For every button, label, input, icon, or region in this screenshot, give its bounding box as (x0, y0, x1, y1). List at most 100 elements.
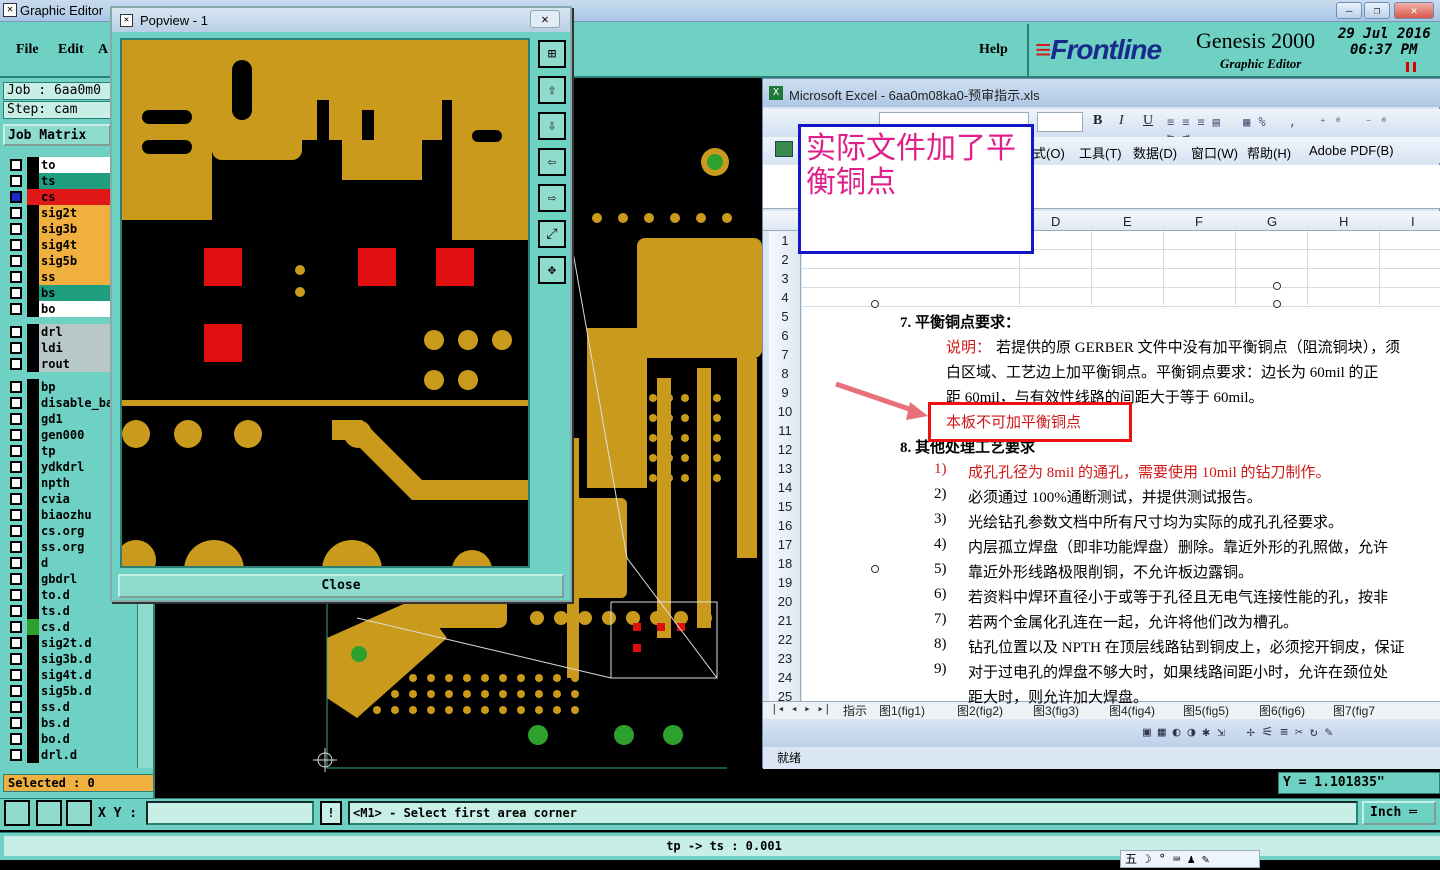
layer-row[interactable]: bp (5, 379, 123, 395)
layer-checkbox[interactable] (10, 413, 22, 425)
pv-fit-button[interactable]: ⤢ (538, 220, 566, 248)
pv-pan-down-button[interactable]: ⇩ (538, 112, 566, 140)
layer-row[interactable]: ss (5, 269, 123, 285)
row-header[interactable]: 4 (769, 290, 801, 305)
row-header[interactable]: 11 (769, 423, 801, 438)
popview-close-icon[interactable]: ✕ (530, 10, 560, 28)
excel-menu-adobe-pdf[interactable]: Adobe PDF(B) (1309, 143, 1394, 158)
column-header[interactable]: D (1051, 214, 1060, 229)
layer-row[interactable]: ss.d (5, 699, 123, 715)
pv-pan-right-button[interactable]: ⇨ (538, 184, 566, 212)
layer-row[interactable]: sig2t (5, 205, 123, 221)
layer-checkbox[interactable] (10, 653, 22, 665)
layer-row[interactable]: cs.org (5, 523, 123, 539)
row-header[interactable]: 5 (769, 309, 801, 324)
row-header[interactable]: 12 (769, 442, 801, 457)
excel-menu-window[interactable]: 窗口(W) (1191, 143, 1238, 162)
italic-button[interactable]: I (1119, 113, 1124, 129)
layer-row[interactable]: cs.d (5, 619, 123, 635)
layer-row[interactable]: bs.d (5, 715, 123, 731)
layer-row[interactable]: gen000 (5, 427, 123, 443)
layer-checkbox[interactable] (10, 605, 22, 617)
resize-handle-icon[interactable] (1273, 300, 1281, 308)
layer-checkbox[interactable] (10, 159, 22, 171)
sheet-tab[interactable]: 图5(fig5) (1183, 702, 1229, 719)
column-header[interactable]: G (1267, 214, 1277, 229)
menu-edit[interactable]: Edit (58, 42, 84, 58)
layer-row[interactable]: rout (5, 356, 123, 372)
pause-icon[interactable] (1406, 62, 1416, 72)
pv-pan-up-button[interactable]: ⇧ (538, 76, 566, 104)
layer-row[interactable]: ydkdrl (5, 459, 123, 475)
layer-checkbox[interactable] (10, 477, 22, 489)
layer-row[interactable]: bo (5, 301, 123, 317)
font-size-select[interactable] (1037, 112, 1083, 132)
row-header[interactable]: 19 (769, 575, 801, 590)
layer-row[interactable]: bs (5, 285, 123, 301)
layer-row[interactable]: sig4t.d (5, 667, 123, 683)
layer-checkbox[interactable] (10, 685, 22, 697)
layer-checkbox[interactable] (10, 223, 22, 235)
xy-input[interactable] (146, 801, 314, 825)
layer-checkbox[interactable] (10, 589, 22, 601)
layer-row[interactable]: sig4t (5, 237, 123, 253)
layer-row[interactable]: cs (5, 189, 123, 205)
layer-checkbox[interactable] (10, 637, 22, 649)
snap-grid-tool-icon[interactable] (66, 800, 92, 826)
layer-row[interactable]: gbdrl (5, 571, 123, 587)
layer-checkbox[interactable] (10, 669, 22, 681)
close-window-button[interactable]: ✕ (1394, 2, 1434, 19)
layer-row[interactable]: to (5, 157, 123, 173)
layer-checkbox[interactable] (10, 749, 22, 761)
drawing-tools-icon[interactable]: ▣▦◐◑✱⇲ ✢⚟≡✂↻✎ (1143, 725, 1340, 740)
layer-row[interactable]: disable_ba (5, 395, 123, 411)
minimize-button[interactable]: — (1336, 2, 1362, 19)
layer-checkbox[interactable] (10, 429, 22, 441)
layer-row[interactable]: d (5, 555, 123, 571)
layer-row[interactable]: ts (5, 173, 123, 189)
layer-checkbox[interactable] (10, 541, 22, 553)
layer-row[interactable]: sig2t.d (5, 635, 123, 651)
resize-handle-icon[interactable] (1273, 282, 1281, 290)
sheet-tab[interactable]: 图1(fig1) (879, 702, 925, 719)
layer-checkbox[interactable] (10, 525, 22, 537)
layer-checkbox[interactable] (10, 358, 22, 370)
row-header[interactable]: 14 (769, 480, 801, 495)
layer-row[interactable]: sig5b (5, 253, 123, 269)
layer-checkbox[interactable] (10, 733, 22, 745)
column-header[interactable]: E (1123, 214, 1132, 229)
row-header[interactable]: 17 (769, 537, 801, 552)
layer-row[interactable]: sig3b (5, 221, 123, 237)
excel-menu-data[interactable]: 数据(D) (1133, 143, 1177, 162)
resize-handle-icon[interactable] (871, 565, 879, 573)
zoom-area-tool-icon[interactable] (4, 800, 30, 826)
layer-checkbox[interactable] (10, 287, 22, 299)
resize-handle-icon[interactable] (871, 300, 879, 308)
row-header[interactable]: 9 (769, 385, 801, 400)
row-header[interactable]: 7 (769, 347, 801, 362)
menu-help[interactable]: Help (979, 42, 1008, 58)
row-header[interactable]: 22 (769, 632, 801, 647)
column-header[interactable]: I (1411, 214, 1415, 229)
row-header[interactable]: 15 (769, 499, 801, 514)
layer-checkbox[interactable] (10, 573, 22, 585)
layer-checkbox[interactable] (10, 381, 22, 393)
row-header[interactable]: 21 (769, 613, 801, 628)
layer-row[interactable]: sig5b.d (5, 683, 123, 699)
layer-checkbox[interactable] (10, 326, 22, 338)
pv-home-button[interactable]: ✥ (538, 256, 566, 284)
layer-checkbox[interactable] (10, 509, 22, 521)
row-header[interactable]: 16 (769, 518, 801, 533)
layer-row[interactable]: drl.d (5, 747, 123, 763)
layer-checkbox[interactable] (10, 493, 22, 505)
row-header[interactable]: 25 (769, 689, 801, 704)
layer-checkbox[interactable] (10, 397, 22, 409)
layer-checkbox[interactable] (10, 239, 22, 251)
popview-close-button[interactable]: Close (118, 574, 564, 598)
unit-selector[interactable]: Inch ═ (1362, 801, 1436, 825)
row-header[interactable]: 18 (769, 556, 801, 571)
maximize-button[interactable]: ❐ (1364, 2, 1390, 19)
layer-row[interactable]: tp (5, 443, 123, 459)
pv-zoom-in-button[interactable]: ⊞ (538, 40, 566, 68)
sheet-tab[interactable]: 指示 (843, 702, 867, 719)
